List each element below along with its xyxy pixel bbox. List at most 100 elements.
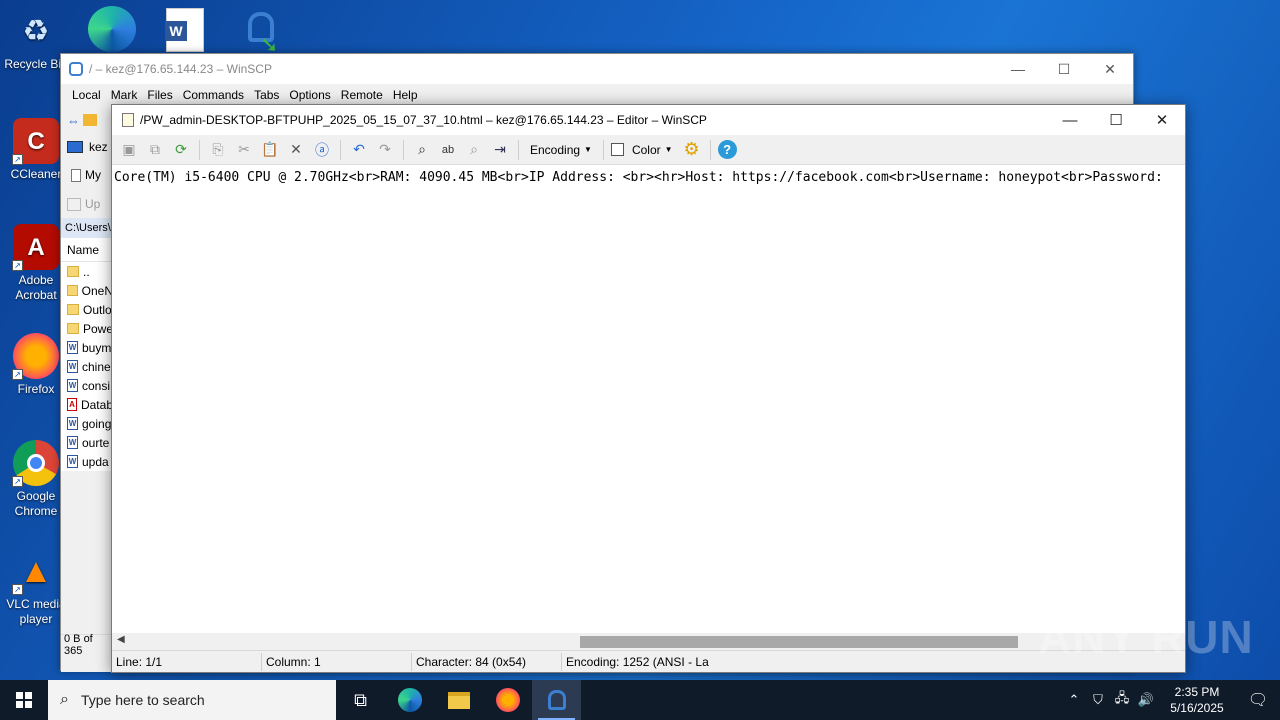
winscp-app-icon xyxy=(69,62,83,76)
folder-icon xyxy=(67,285,78,296)
compare-icon[interactable]: ⇔ xyxy=(67,113,80,128)
color-checkbox[interactable] xyxy=(610,143,624,156)
editor-titlebar: /PW_admin-DESKTOP-BFTPUHP_2025_05_15_07_… xyxy=(112,105,1185,135)
list-item[interactable]: A Datab xyxy=(61,395,113,414)
menu-files[interactable]: Files xyxy=(142,88,177,102)
search-icon: ⌕ xyxy=(60,691,69,708)
clock-time: 2:35 PM xyxy=(1174,685,1220,699)
redo-icon[interactable]: ↷ xyxy=(374,139,396,161)
word-file-icon: W xyxy=(67,455,78,468)
find-icon[interactable]: ⌕ xyxy=(411,139,433,161)
minimize-button[interactable]: — xyxy=(995,54,1041,84)
notification-icon[interactable]: 🗨 xyxy=(1236,690,1280,710)
cut-icon[interactable]: ✂ xyxy=(233,139,255,161)
taskbar-file-explorer[interactable] xyxy=(434,680,483,720)
taskbar-search-box[interactable]: ⌕ Type here to search xyxy=(48,680,336,720)
encoding-dropdown[interactable]: Encoding ▼ xyxy=(526,143,596,157)
list-item[interactable]: Powe xyxy=(61,319,113,338)
find-next-icon[interactable]: ⌕ xyxy=(463,139,485,161)
scrollbar-thumb[interactable] xyxy=(580,636,1018,648)
word-file-icon: W xyxy=(67,417,78,430)
list-item[interactable]: Wgoing xyxy=(61,414,113,433)
color-label: Color xyxy=(631,142,661,157)
upload-button[interactable]: Up xyxy=(85,197,100,211)
status-character: Character: 84 (0x54) xyxy=(412,652,562,671)
defender-icon[interactable]: ⛉ xyxy=(1086,692,1110,708)
word-icon: W xyxy=(165,21,187,41)
menu-options[interactable]: Options xyxy=(284,88,335,102)
editor-content-line: Core(TM) i5-6400 CPU @ 2.70GHz<br>RAM: 4… xyxy=(114,170,1163,185)
close-button[interactable]: ✕ xyxy=(1087,54,1133,84)
desktop-icon-word-document[interactable]: W xyxy=(165,8,204,52)
scroll-left-icon[interactable]: ◀ xyxy=(117,634,125,645)
save-all-icon[interactable]: ⧉ xyxy=(144,139,166,161)
chevron-up-icon[interactable]: ⌃ xyxy=(1062,692,1086,708)
taskbar-winscp[interactable] xyxy=(532,680,581,720)
menu-local[interactable]: Local xyxy=(67,88,106,102)
list-item[interactable]: OneN xyxy=(61,281,113,300)
select-all-icon[interactable]: ⓐ xyxy=(311,139,333,161)
maximize-button[interactable]: ☐ xyxy=(1093,105,1139,135)
task-view-button[interactable]: ⧉ xyxy=(336,680,385,720)
clock[interactable]: 2:35 PM 5/16/2025 xyxy=(1158,684,1236,716)
maximize-button[interactable]: ☐ xyxy=(1041,54,1087,84)
word-file-icon: W xyxy=(67,360,78,373)
paste-icon[interactable]: 📋 xyxy=(259,139,281,161)
local-path-bar[interactable]: C:\Users\ xyxy=(65,222,111,234)
list-item[interactable]: Outlo xyxy=(61,300,113,319)
menu-tabs[interactable]: Tabs xyxy=(249,88,284,102)
toolbar-separator xyxy=(518,139,519,160)
minimize-button[interactable]: — xyxy=(1047,105,1093,135)
desktop-icon-winscp[interactable]: ➘ xyxy=(240,8,284,57)
desktop-icon-edge[interactable] xyxy=(88,6,136,52)
sync-folder-icon[interactable] xyxy=(83,114,97,126)
session-tab[interactable]: kez xyxy=(89,140,108,154)
taskbar-firefox[interactable] xyxy=(483,680,532,720)
list-item[interactable]: Wourte xyxy=(61,433,113,452)
desktop-icon-label: Adobe Acrobat xyxy=(15,273,57,302)
menu-remote[interactable]: Remote xyxy=(336,88,388,102)
close-button[interactable]: ✕ xyxy=(1139,105,1185,135)
list-item[interactable]: .. xyxy=(61,262,113,281)
taskbar: ⌕ Type here to search ⧉ ⌃ ⛉ 🖧 🔊 2:35 PM … xyxy=(0,680,1280,720)
status-encoding: Encoding: 1252 (ANSI - La xyxy=(566,654,709,669)
preferences-gear-icon[interactable]: ⚙ xyxy=(681,139,703,161)
save-icon[interactable]: ▣ xyxy=(118,139,140,161)
undo-icon[interactable]: ↶ xyxy=(348,139,370,161)
list-item[interactable]: Wconsi xyxy=(61,376,113,395)
status-column: Column: 1 xyxy=(262,652,412,671)
menu-commands[interactable]: Commands xyxy=(178,88,249,102)
list-item[interactable]: Wupda xyxy=(61,452,113,471)
recycle-bin-icon: ♻ xyxy=(22,14,50,48)
toolbar-separator xyxy=(403,139,404,160)
goto-line-icon[interactable]: ⇥ xyxy=(489,139,511,161)
status-line: Line: 1/1 xyxy=(112,652,262,671)
shortcut-arrow-icon: ↗ xyxy=(12,369,23,380)
editor-window: /PW_admin-DESKTOP-BFTPUHP_2025_05_15_07_… xyxy=(111,104,1186,673)
network-icon[interactable]: 🖧 xyxy=(1110,689,1134,711)
color-dropdown[interactable]: Color ▼ xyxy=(628,143,677,157)
horizontal-scrollbar[interactable]: ◀ xyxy=(112,633,1185,650)
folder-icon xyxy=(67,304,79,315)
editor-window-title: /PW_admin-DESKTOP-BFTPUHP_2025_05_15_07_… xyxy=(140,113,707,127)
reload-icon[interactable]: ⟳ xyxy=(170,139,192,161)
delete-icon[interactable]: ✕ xyxy=(285,139,307,161)
volume-icon[interactable]: 🔊 xyxy=(1134,692,1158,708)
toolbar-separator xyxy=(709,139,711,160)
shortcut-arrow-icon: ↗ xyxy=(12,476,23,487)
shortcut-arrow-icon: ↗ xyxy=(12,260,23,271)
menu-help[interactable]: Help xyxy=(388,88,423,102)
list-item[interactable]: Wchine xyxy=(61,357,113,376)
taskbar-edge[interactable] xyxy=(385,680,434,720)
word-file-icon: W xyxy=(67,379,78,392)
menu-mark[interactable]: Mark xyxy=(106,88,143,102)
list-item[interactable]: Wbuym xyxy=(61,338,113,357)
start-button[interactable] xyxy=(0,680,48,720)
replace-icon[interactable]: ab xyxy=(437,139,459,161)
path-dropdown[interactable]: My xyxy=(85,168,101,182)
firefox-icon xyxy=(495,688,520,712)
help-icon[interactable]: ? xyxy=(717,140,737,159)
copy-icon[interactable]: ⎘ xyxy=(207,139,229,161)
editor-text-area[interactable]: Core(TM) i5-6400 CPU @ 2.70GHz<br>RAM: 4… xyxy=(112,166,1185,633)
column-header-name[interactable]: Name xyxy=(67,243,99,257)
